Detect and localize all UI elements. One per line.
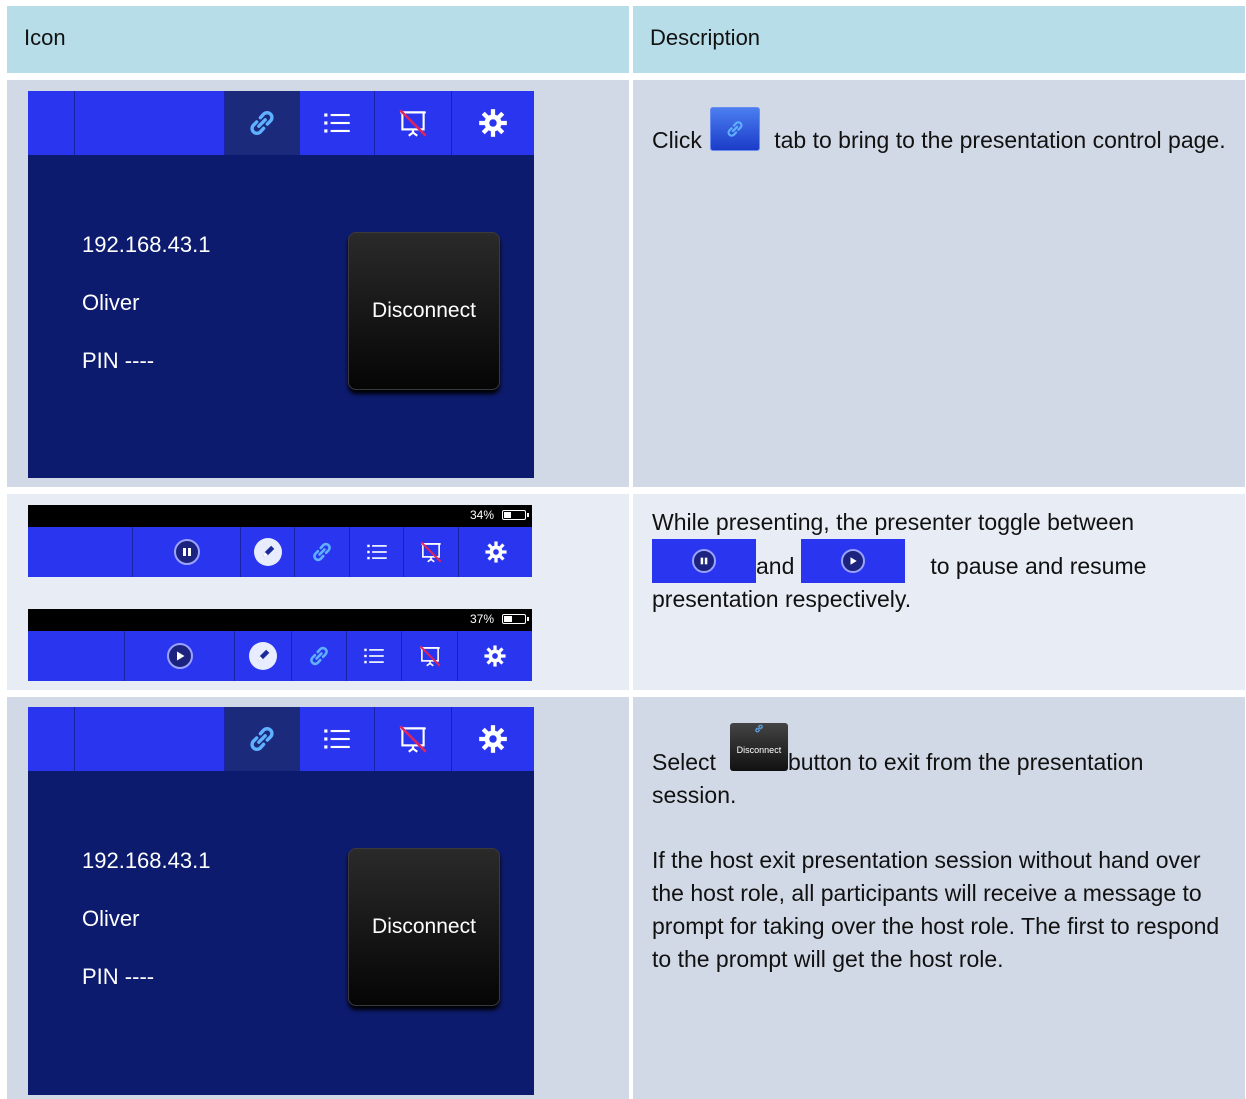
- link-icon: [245, 722, 279, 756]
- tab-pause[interactable]: [132, 527, 240, 577]
- table-header-icon: Icon: [7, 6, 629, 73]
- control-bar: [28, 527, 532, 577]
- battery-percent: 34%: [469, 508, 494, 522]
- link-icon: [724, 118, 746, 140]
- list-icon: [361, 643, 387, 669]
- no-presentation-icon: [396, 722, 430, 756]
- no-presentation-icon: [396, 106, 430, 140]
- status-bar: 37%: [28, 609, 532, 631]
- no-presentation-icon: [417, 643, 443, 669]
- inline-pause-image: [652, 539, 756, 583]
- tab-presentation[interactable]: [403, 527, 458, 577]
- app-screen-connected: 192.168.43.1 Oliver PIN ---- Disconnect: [28, 91, 534, 478]
- pause-icon: [173, 539, 200, 565]
- tab-empty: [74, 707, 224, 771]
- tab-settings[interactable]: [458, 527, 532, 577]
- row-1-icon-cell: 192.168.43.1 Oliver PIN ---- Disconnect: [7, 80, 629, 487]
- user-name: Oliver: [82, 290, 140, 315]
- row-1-description-cell: Click tab to bring to the presentation c…: [633, 80, 1245, 487]
- no-presentation-icon: [418, 539, 444, 565]
- inline-link-tab-image: [709, 107, 760, 151]
- link-icon: [245, 106, 279, 140]
- tab-connection[interactable]: [294, 527, 349, 577]
- tab-list[interactable]: [346, 631, 401, 681]
- presenting-bar-playing: 37%: [28, 609, 532, 681]
- inline-play-image: [800, 539, 905, 583]
- ip-address: 192.168.43.1: [82, 232, 211, 257]
- row-1-description-text: tab to bring to the presentation control…: [774, 127, 1226, 153]
- tab-presentation[interactable]: [374, 91, 451, 155]
- tab-settings[interactable]: [451, 91, 534, 155]
- gear-icon: [482, 643, 508, 669]
- status-bar: 34%: [28, 505, 532, 527]
- row-2-description-cell: While presenting, the presenter toggle b…: [633, 494, 1245, 690]
- app-screen-connected: 192.168.43.1 Oliver PIN ---- Disconnect: [28, 707, 534, 1095]
- disconnect-button[interactable]: Disconnect: [348, 848, 500, 1006]
- gear-icon: [483, 539, 509, 565]
- header-icon-label: Icon: [24, 25, 66, 50]
- row-3-paragraph-2: If the host exit presentation session wi…: [652, 847, 1220, 972]
- link-icon: [752, 723, 766, 734]
- tab-list[interactable]: [299, 91, 374, 155]
- tab-settings[interactable]: [451, 707, 534, 771]
- play-icon: [166, 643, 193, 669]
- tab-presentation[interactable]: [401, 631, 457, 681]
- pencil-icon: [249, 642, 277, 670]
- row-2-line-1: While presenting, the presenter toggle b…: [652, 509, 1135, 535]
- battery-icon: [502, 510, 529, 520]
- list-icon: [364, 539, 390, 565]
- tab-annotate[interactable]: [240, 527, 294, 577]
- tab-presentation[interactable]: [374, 707, 451, 771]
- tab-connection[interactable]: [291, 631, 346, 681]
- tab-bar: [28, 707, 534, 771]
- link-icon: [306, 643, 332, 669]
- inline-disconnect-image: Disconnect: [729, 723, 788, 771]
- tab-settings[interactable]: [457, 631, 532, 681]
- user-name: Oliver: [82, 906, 140, 931]
- battery-percent: 37%: [469, 612, 494, 626]
- tab-play[interactable]: [124, 631, 234, 681]
- table-header-description: Description: [633, 6, 1245, 73]
- and-text: and: [756, 553, 795, 579]
- gear-icon: [476, 722, 510, 756]
- row-3-description-cell: Select Disconnect button to exit from the …: [633, 697, 1245, 1099]
- row-3-description: Select Disconnect button to exit from the …: [652, 723, 1227, 976]
- tab-bar: [28, 91, 534, 155]
- tab-annotate[interactable]: [234, 631, 291, 681]
- inline-disconnect-label: Disconnect: [736, 745, 782, 755]
- tab-list[interactable]: [299, 707, 374, 771]
- click-text: Click: [652, 127, 702, 153]
- play-icon: [840, 549, 865, 573]
- presenting-bar-paused: 34%: [28, 505, 532, 577]
- pin-code: PIN ----: [82, 348, 155, 373]
- disconnect-button[interactable]: Disconnect: [348, 232, 500, 390]
- pin-code: PIN ----: [82, 964, 155, 989]
- ip-address: 192.168.43.1: [82, 848, 211, 873]
- pause-icon: [692, 549, 716, 573]
- row-3-description-text: button to exit from the presentation ses…: [652, 749, 1144, 808]
- tab-connection[interactable]: [224, 707, 299, 771]
- tab-empty: [74, 91, 224, 155]
- battery-icon: [502, 614, 529, 624]
- control-bar: [28, 631, 532, 681]
- list-icon: [320, 722, 354, 756]
- select-text: Select: [652, 749, 716, 775]
- gear-icon: [476, 106, 510, 140]
- header-description-label: Description: [650, 25, 761, 50]
- pencil-icon: [253, 538, 282, 566]
- tab-connection[interactable]: [224, 91, 299, 155]
- row-3-icon-cell: 192.168.43.1 Oliver PIN ---- Disconnect: [7, 697, 629, 1099]
- tab-list[interactable]: [349, 527, 403, 577]
- list-icon: [320, 106, 354, 140]
- link-icon: [309, 539, 335, 565]
- row-2-description: While presenting, the presenter toggle b…: [652, 506, 1227, 616]
- row-1-description: Click tab to bring to the presentation c…: [652, 107, 1227, 157]
- row-2-icon-cell: 34% 37%: [7, 494, 629, 690]
